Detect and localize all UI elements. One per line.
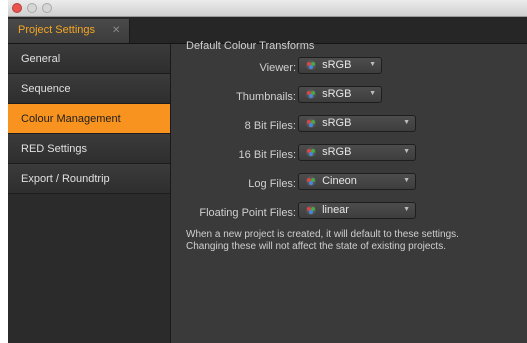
viewer-dropdown[interactable]: sRGB ▼ bbox=[298, 57, 382, 74]
sidebar-item-colour-management[interactable]: Colour Management bbox=[8, 104, 170, 134]
viewer-label: Viewer: bbox=[259, 62, 296, 74]
log-files-label: Log Files: bbox=[248, 178, 296, 190]
16bit-files-value: sRGB bbox=[322, 146, 352, 159]
info-text: When a new project is created, it will d… bbox=[186, 229, 526, 253]
close-tab-icon[interactable]: ✕ bbox=[112, 25, 120, 36]
floating-point-files-value: linear bbox=[322, 204, 349, 217]
thumbnails-dropdown[interactable]: sRGB ▼ bbox=[298, 86, 382, 103]
8bit-files-dropdown[interactable]: sRGB ▼ bbox=[298, 115, 416, 132]
minimize-window-button[interactable] bbox=[27, 3, 37, 13]
16bit-files-row: 16 Bit Files: sRGB ▼ bbox=[186, 144, 516, 164]
tab-label: Project Settings bbox=[18, 24, 96, 36]
chevron-down-icon: ▼ bbox=[403, 119, 410, 126]
thumbnails-label: Thumbnails: bbox=[236, 91, 296, 103]
thumbnails-value: sRGB bbox=[322, 88, 352, 101]
sidebar-item-sequence[interactable]: Sequence bbox=[8, 74, 170, 104]
chevron-down-icon: ▼ bbox=[403, 177, 410, 184]
info-line-2: Changing these will not affect the state… bbox=[186, 241, 446, 252]
8bit-files-label: 8 Bit Files: bbox=[244, 120, 296, 132]
sidebar-item-general[interactable]: General bbox=[8, 44, 170, 74]
viewer-row: Viewer: sRGB ▼ bbox=[186, 57, 516, 77]
colour-wheel-icon bbox=[306, 176, 316, 187]
16bit-files-label: 16 Bit Files: bbox=[238, 149, 296, 161]
chevron-down-icon: ▼ bbox=[369, 90, 376, 97]
project-settings-window: Project Settings ✕ General Sequence Colo… bbox=[8, 17, 527, 343]
window-titlebar bbox=[8, 0, 527, 17]
info-line-1: When a new project is created, it will d… bbox=[186, 229, 459, 240]
sidebar-item-red-settings[interactable]: RED Settings bbox=[8, 134, 170, 164]
chevron-down-icon: ▼ bbox=[369, 61, 376, 68]
close-window-button[interactable] bbox=[12, 3, 22, 13]
colour-wheel-icon bbox=[306, 118, 316, 129]
8bit-files-value: sRGB bbox=[322, 117, 352, 130]
colour-wheel-icon bbox=[306, 147, 316, 158]
sidebar-item-export-roundtrip[interactable]: Export / Roundtrip bbox=[8, 164, 170, 194]
log-files-value: Cineon bbox=[322, 175, 357, 188]
thumbnails-row: Thumbnails: sRGB ▼ bbox=[186, 86, 516, 106]
8bit-files-row: 8 Bit Files: sRGB ▼ bbox=[186, 115, 516, 135]
maximize-window-button[interactable] bbox=[42, 3, 52, 13]
chevron-down-icon: ▼ bbox=[403, 148, 410, 155]
floating-point-files-dropdown[interactable]: linear ▼ bbox=[298, 202, 416, 219]
colour-wheel-icon bbox=[306, 60, 316, 71]
section-title: Default Colour Transforms bbox=[186, 40, 315, 52]
floating-point-files-label: Floating Point Files: bbox=[199, 207, 296, 219]
viewer-value: sRGB bbox=[322, 59, 352, 72]
settings-sidebar: General Sequence Colour Management RED S… bbox=[8, 44, 171, 343]
tab-project-settings[interactable]: Project Settings ✕ bbox=[8, 19, 130, 43]
log-files-dropdown[interactable]: Cineon ▼ bbox=[298, 173, 416, 190]
chevron-down-icon: ▼ bbox=[403, 206, 410, 213]
16bit-files-dropdown[interactable]: sRGB ▼ bbox=[298, 144, 416, 161]
colour-wheel-icon bbox=[306, 89, 316, 100]
colour-wheel-icon bbox=[306, 205, 316, 216]
log-files-row: Log Files: Cineon ▼ bbox=[186, 173, 516, 193]
floating-point-files-row: Floating Point Files: linear ▼ bbox=[186, 202, 516, 222]
